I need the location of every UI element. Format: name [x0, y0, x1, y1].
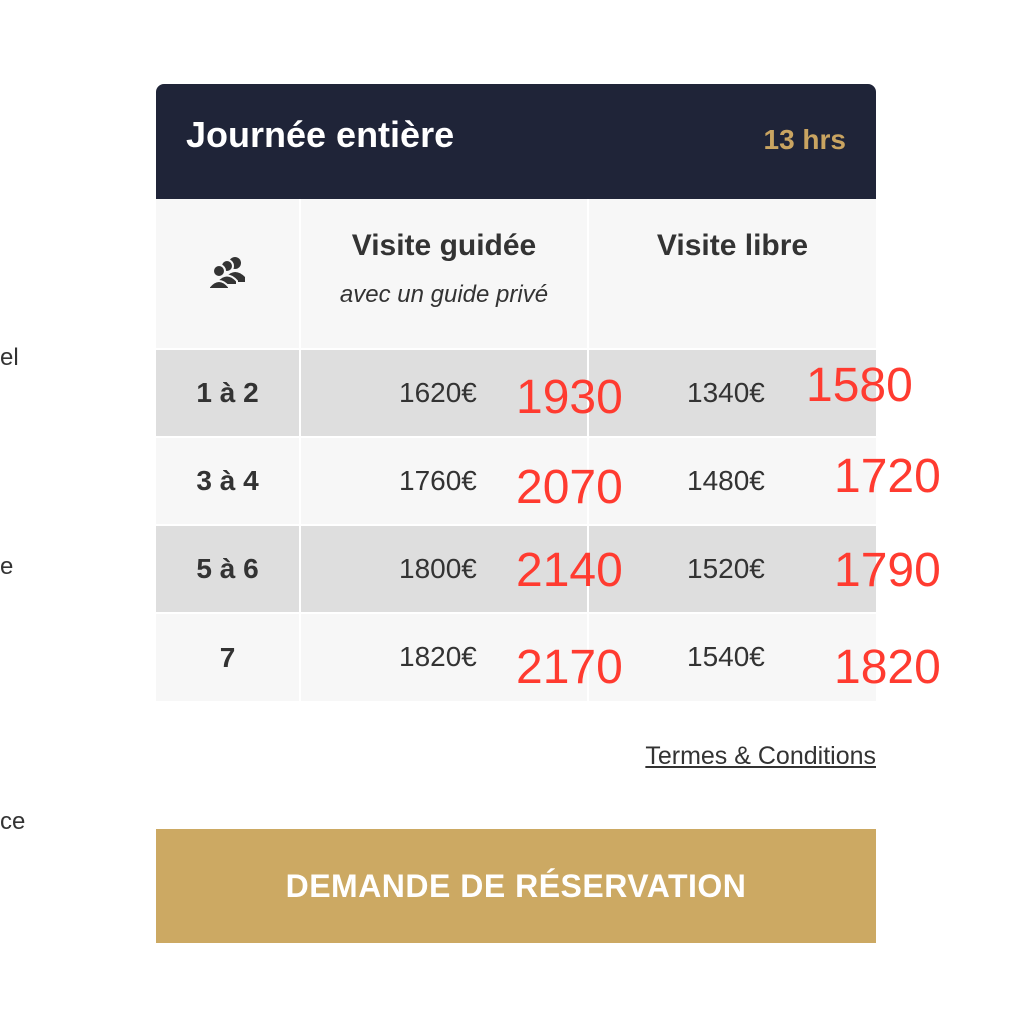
price-value: 1800€	[399, 553, 477, 584]
price-annotation: 1930	[516, 371, 623, 424]
free-price-cell: 1480€	[588, 436, 876, 525]
left-text-fragment: ce	[0, 808, 26, 835]
price-annotation: 1820	[834, 641, 941, 694]
group-size-cell: 3 à 4	[156, 436, 301, 525]
price-table: Visite guidée avec un guide privé Visite…	[156, 199, 876, 701]
column-header-free: Visite libre	[588, 199, 876, 349]
column-header-guided: Visite guidée avec un guide privé	[300, 199, 589, 349]
pricing-card-header: Journée entière 13 hrs	[156, 84, 876, 199]
price-value: 1760€	[399, 465, 477, 496]
column-subtitle: avec un guide privé	[339, 281, 549, 308]
booking-request-button[interactable]: DEMANDE DE RÉSERVATION	[156, 829, 876, 943]
price-value: 1340€	[687, 377, 765, 408]
price-annotation: 2070	[516, 461, 623, 514]
price-value: 1620€	[399, 377, 477, 408]
group-size-cell: 5 à 6	[156, 524, 301, 613]
price-value: 1540€	[687, 641, 765, 672]
left-text-fragment: e	[0, 553, 14, 580]
price-value: 1820€	[399, 641, 477, 672]
table-header-row: Visite guidée avec un guide privé Visite…	[156, 199, 876, 349]
column-title: Visite libre	[656, 229, 809, 262]
price-annotation: 2170	[516, 641, 623, 694]
group-size-header	[156, 199, 301, 349]
price-annotation: 1720	[834, 450, 941, 503]
terms-conditions-link[interactable]: Termes & Conditions	[645, 742, 876, 771]
free-price-cell: 1540€	[588, 612, 876, 701]
column-title: Visite guidée	[351, 229, 537, 262]
group-size-cell: 7	[156, 612, 301, 701]
group-size-cell: 1 à 2	[156, 348, 301, 437]
price-value: 1480€	[687, 465, 765, 496]
price-annotation: 1580	[806, 359, 913, 412]
price-value: 1520€	[687, 553, 765, 584]
price-annotation: 1790	[834, 544, 941, 597]
duration-badge: 13 hrs	[763, 124, 847, 155]
price-annotation: 2140	[516, 544, 623, 597]
card-title: Journée entière	[186, 114, 455, 155]
group-of-people-icon	[207, 257, 245, 289]
free-price-cell: 1520€	[588, 524, 876, 613]
left-text-fragment: el	[0, 344, 19, 371]
